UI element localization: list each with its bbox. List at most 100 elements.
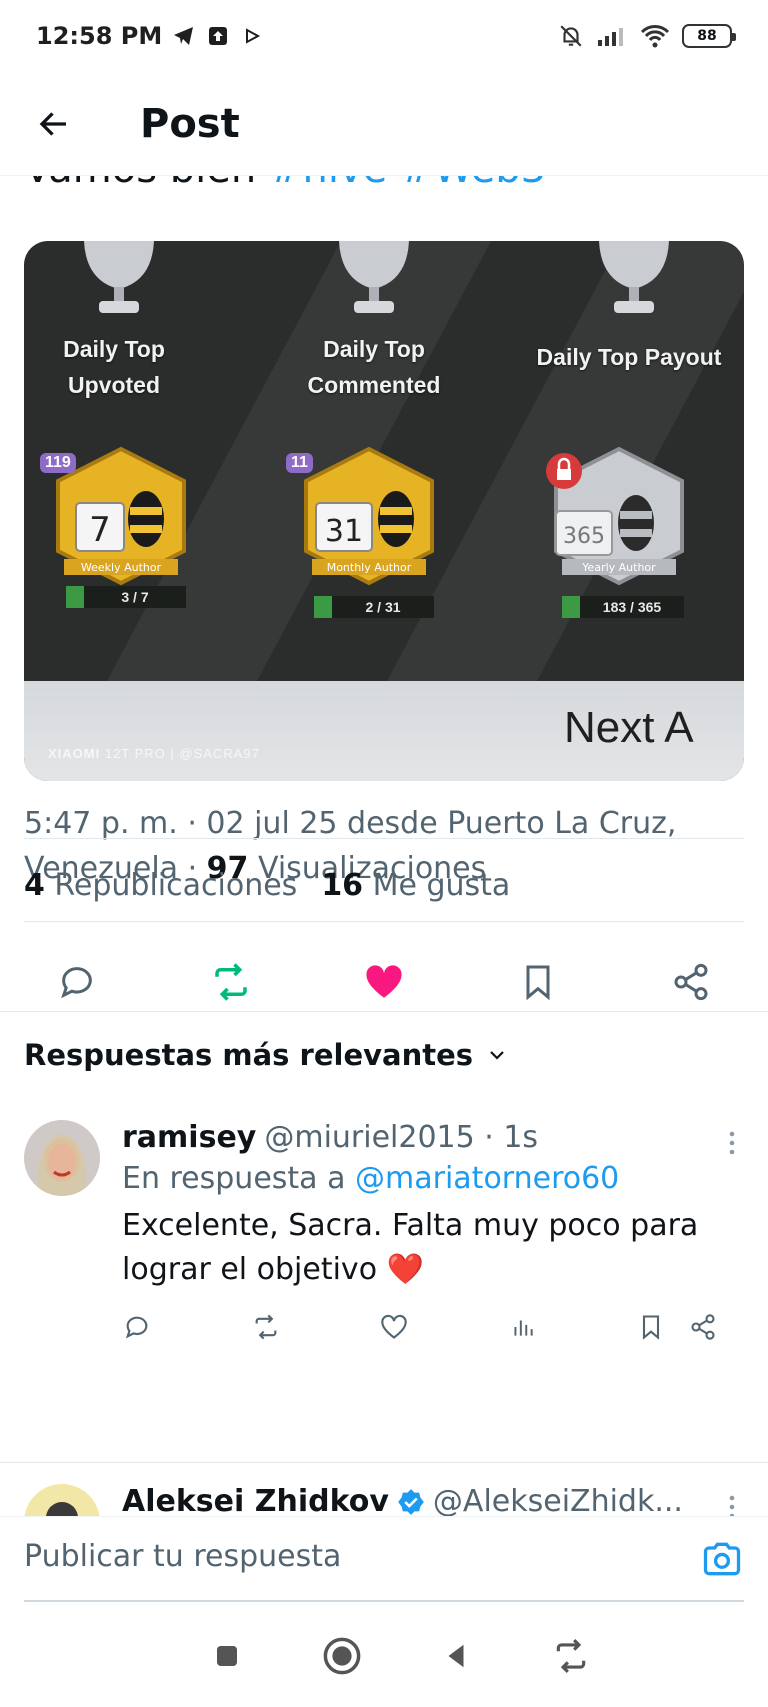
award-label: Daily Top Upvoted [44, 331, 184, 403]
reply-author-handle: @miuriel2015 · 1s [264, 1120, 539, 1155]
reposts-label: Republicaciones [54, 868, 298, 903]
more-options-button[interactable] [720, 1492, 744, 1516]
comment-icon [125, 1316, 148, 1339]
back-nav-button[interactable] [434, 1634, 478, 1678]
award-label-line: Daily Top Payout [536, 344, 722, 370]
monthly-author-badge: 31 Monthly Author [304, 446, 434, 586]
badge-number: 31 [325, 514, 363, 549]
rotate-button[interactable] [549, 1634, 593, 1678]
square-icon [217, 1645, 238, 1666]
likes-label: Me gusta [372, 868, 511, 903]
tweet-text-prefix: Vamos bien [24, 176, 269, 192]
system-navigation-bar [0, 1604, 768, 1707]
more-vertical-icon [729, 1495, 735, 1516]
share-icon [691, 1314, 715, 1340]
progress-bar: 2 / 31 [314, 596, 434, 618]
reply-like-button[interactable] [379, 1312, 409, 1342]
share-button[interactable] [668, 959, 714, 1005]
hashtag-link[interactable]: #Web3 [400, 176, 546, 192]
mute-bell-icon [560, 25, 582, 47]
reply-author-name[interactable]: ramisey [122, 1120, 256, 1155]
reply-author-name[interactable]: Aleksei Zhidkov [122, 1484, 389, 1516]
yearly-author-badge: 365 Yearly Author [546, 446, 684, 586]
reply-views-button[interactable] [508, 1312, 538, 1342]
likes-stat[interactable]: 16 Me gusta [321, 868, 510, 903]
share-icon [674, 963, 708, 1001]
reply-author-handle: @AlekseiZhidk... [432, 1484, 683, 1516]
trophy-icon [84, 241, 154, 313]
reply-action-bar [122, 1312, 718, 1342]
reposts-stat[interactable]: 4 Republicaciones [24, 868, 297, 903]
page-title: Post [140, 100, 240, 147]
arrow-left-icon [39, 111, 66, 136]
tweet-text: Vamos bien #hive #Web3 [24, 176, 546, 192]
back-button[interactable] [24, 94, 84, 154]
rotate-icon [556, 1638, 585, 1673]
telegram-icon [174, 27, 194, 45]
camera-watermark: XIAOMI 12T PRO | @SACRA97 [48, 746, 260, 761]
reply-item[interactable]: ramisey @miuriel2015 · 1s En respuesta a… [24, 1120, 744, 1340]
likes-count: 16 [321, 868, 364, 903]
composer-underline [24, 1600, 744, 1602]
circle-icon [323, 1637, 361, 1674]
sort-label: Respuestas más relevantes [24, 1038, 474, 1072]
award-label-line: Upvoted [68, 372, 160, 398]
trophy-icon [339, 241, 409, 313]
more-vertical-icon [729, 1131, 735, 1155]
avatar[interactable] [24, 1120, 100, 1196]
watermark-text: 12T PRO | @SACRA97 [100, 746, 260, 761]
reply-header: ramisey @miuriel2015 · 1s [122, 1120, 744, 1155]
heart-outline-icon [381, 1314, 407, 1339]
reply-body: Aleksei Zhidkov @AlekseiZhidk... [122, 1484, 744, 1516]
reply-bookmark-button[interactable] [636, 1312, 666, 1342]
signal-icon [598, 28, 623, 46]
engagement-stats: 4 Republicaciones 16 Me gusta [24, 868, 510, 903]
tweet-timestamp-location: 5:47 p. m. · 02 jul 25 desde Puerto La C… [24, 806, 677, 841]
reply-comment-button[interactable] [122, 1312, 152, 1342]
bookmark-icon [642, 1315, 660, 1340]
avatar-image [24, 1120, 100, 1196]
badge-number: 7 [89, 510, 111, 550]
divider [24, 921, 744, 922]
camera-button[interactable] [700, 1537, 744, 1581]
reply-share-button[interactable] [688, 1312, 718, 1342]
award-label-line: Daily Top [63, 336, 165, 362]
section-divider [0, 1011, 768, 1012]
badge-number: 365 [563, 524, 605, 549]
badge-count: 11 [286, 453, 313, 473]
tweet-media-image[interactable]: Daily Top Upvoted Daily Top Commented Dail… [24, 241, 744, 781]
reply-to-line: En respuesta a @mariatornero60 [122, 1161, 744, 1196]
repost-icon [214, 963, 247, 1001]
watermark-brand: XIAOMI [48, 746, 101, 761]
comment-icon [61, 967, 92, 999]
repost-button[interactable] [208, 959, 254, 1005]
bookmark-button[interactable] [515, 959, 561, 1005]
more-options-button[interactable] [720, 1128, 744, 1158]
progress-bar: 3 / 7 [66, 586, 186, 608]
reply-button[interactable] [54, 959, 100, 1005]
chevron-down-icon [490, 1051, 504, 1060]
recents-button[interactable] [205, 1634, 249, 1678]
like-button[interactable] [361, 959, 407, 1005]
reply-item[interactable]: Aleksei Zhidkov @AlekseiZhidk... [24, 1484, 744, 1516]
post-content: Vamos bien #hive #Web3 Daily Top Upvoted … [0, 176, 768, 1516]
replies-sort-dropdown[interactable]: Respuestas más relevantes [24, 1038, 509, 1072]
reply-composer: Publicar tu respuesta [0, 1516, 768, 1604]
status-bar: 12:58 PM 88 [0, 0, 768, 72]
hashtag-link[interactable]: #hive [269, 176, 387, 192]
reply-input[interactable]: Publicar tu respuesta [24, 1539, 341, 1574]
app-header: Post [0, 72, 768, 176]
home-button[interactable] [320, 1634, 364, 1678]
repost-icon [255, 1314, 276, 1340]
battery-indicator: 88 [682, 24, 736, 48]
reply-header: Aleksei Zhidkov @AlekseiZhidk... [122, 1484, 744, 1516]
award-label-line: Commented [307, 372, 441, 398]
mention-link[interactable]: @mariatornero60 [355, 1161, 619, 1196]
progress-bar: 183 / 365 [562, 596, 684, 618]
bookmark-icon [526, 965, 549, 1001]
verified-badge-icon [398, 1488, 424, 1515]
analytics-icon [513, 1320, 533, 1336]
reply-repost-button[interactable] [251, 1312, 281, 1342]
avatar[interactable] [24, 1484, 100, 1516]
image-partial-text: Next A [564, 703, 694, 752]
